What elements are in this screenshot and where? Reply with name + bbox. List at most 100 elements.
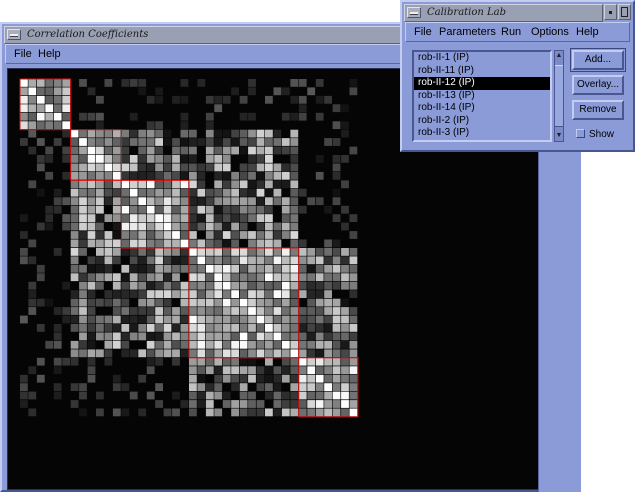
- matrix-cell: [341, 205, 349, 214]
- matrix-cell: [28, 256, 37, 265]
- matrix-cell: [256, 138, 265, 146]
- matrix-cell: [214, 290, 223, 298]
- matrix-cell: [62, 95, 71, 104]
- matrix-cell: [87, 349, 96, 358]
- matrix-cell: [281, 264, 290, 273]
- checkbox-icon[interactable]: [576, 129, 585, 138]
- matrix-cell: [307, 391, 316, 400]
- matrix-cell: [129, 256, 138, 265]
- matrix-cell: [256, 374, 265, 383]
- menu-run[interactable]: Run: [501, 26, 521, 38]
- window-menu-icon[interactable]: [7, 29, 21, 40]
- matrix-cell: [256, 163, 265, 172]
- matrix-cell: [112, 214, 121, 222]
- matrix-cell: [307, 273, 316, 282]
- matrix-cell: [290, 324, 299, 332]
- matrix-cell: [281, 171, 290, 180]
- matrix-cell: [53, 205, 62, 214]
- matrix-cell: [129, 273, 138, 282]
- menu-parameters[interactable]: Parameters: [439, 26, 496, 38]
- matrix-cell: [79, 205, 87, 214]
- list-item-selected[interactable]: rob-II-12 (IP): [414, 77, 550, 90]
- matrix-cell: [197, 324, 206, 332]
- scroll-up-icon[interactable]: ▲: [555, 51, 563, 61]
- matrix-cell: [197, 391, 206, 400]
- list-item[interactable]: rob-II-14 (IP): [414, 102, 550, 115]
- matrix-cell: [298, 273, 307, 282]
- matrix-cell: [155, 315, 163, 324]
- matrix-cell: [87, 307, 96, 315]
- scroll-down-icon[interactable]: ▼: [555, 131, 563, 141]
- matrix-cell: [281, 248, 290, 256]
- matrix-cell: [70, 197, 79, 206]
- matrix-cell: [112, 188, 121, 197]
- remove-button[interactable]: Remove: [572, 100, 624, 120]
- calibration-titlebar[interactable]: Calibration Lab: [404, 4, 603, 22]
- matrix-cell: [79, 214, 87, 222]
- matrix-cell: [239, 324, 248, 332]
- menu-file[interactable]: File: [14, 48, 32, 60]
- matrix-cell: [129, 324, 138, 332]
- matrix-cell: [121, 290, 130, 298]
- matrix-cell: [248, 180, 256, 189]
- matrix-cell: [222, 163, 231, 172]
- matrix-cell: [341, 264, 349, 273]
- matrix-cell: [265, 231, 273, 239]
- matrix-cell: [248, 408, 256, 417]
- matrix-cell: [298, 324, 307, 332]
- matrix-cell: [239, 129, 248, 138]
- matrix-cell: [214, 155, 223, 163]
- matrix-cell: [121, 340, 130, 349]
- matrix-cell: [222, 290, 231, 298]
- menu-help[interactable]: Help: [576, 26, 599, 38]
- scrollbar-thumb[interactable]: [555, 65, 563, 127]
- matrix-cell: [307, 400, 316, 408]
- menu-file[interactable]: File: [414, 26, 432, 38]
- matrix-cell: [341, 374, 349, 383]
- matrix-cell: [112, 129, 121, 138]
- matrix-cell: [298, 315, 307, 324]
- matrix-cell: [112, 248, 121, 256]
- matrix-cell: [163, 290, 172, 298]
- maximize-icon[interactable]: [618, 4, 631, 20]
- matrix-cell: [189, 205, 197, 214]
- matrix-cell: [248, 332, 256, 341]
- menu-options[interactable]: Options: [531, 26, 569, 38]
- matrix-cell: [265, 171, 273, 180]
- matrix-cell: [87, 315, 96, 324]
- list-item[interactable]: rob-II-11 (IP): [414, 65, 550, 78]
- matrix-cell: [222, 332, 231, 341]
- run-list[interactable]: rob-II-1 (IP) rob-II-11 (IP) rob-II-12 (…: [412, 50, 552, 142]
- matrix-cell: [290, 112, 299, 121]
- matrix-cell: [231, 332, 239, 341]
- matrix-cell: [248, 391, 256, 400]
- matrix-cell: [281, 163, 290, 172]
- show-checkbox[interactable]: Show: [576, 129, 614, 143]
- matrix-cell: [214, 171, 223, 180]
- overlay-button[interactable]: Overlay...: [572, 75, 624, 95]
- list-item[interactable]: rob-II-2 (IP): [414, 115, 550, 128]
- minimize-icon[interactable]: [604, 4, 617, 20]
- matrix-cell: [273, 391, 282, 400]
- matrix-cell: [138, 155, 147, 163]
- window-menu-icon[interactable]: [407, 7, 421, 18]
- matrix-cell: [146, 264, 155, 273]
- matrix-cell: [205, 222, 214, 231]
- matrix-cell: [332, 273, 341, 282]
- run-list-scrollbar[interactable]: ▲ ▼: [554, 50, 564, 142]
- list-item[interactable]: rob-II-3 (IP): [414, 127, 550, 140]
- menu-help[interactable]: Help: [38, 48, 61, 60]
- matrix-cell: [248, 248, 256, 256]
- matrix-cell: [332, 171, 341, 180]
- matrix-cell: [189, 197, 197, 206]
- matrix-cell: [87, 366, 96, 375]
- matrix-cell: [256, 383, 265, 391]
- add-button[interactable]: Add...: [570, 48, 626, 72]
- matrix-cell: [180, 400, 189, 408]
- matrix-cell: [341, 400, 349, 408]
- matrix-cell: [155, 324, 163, 332]
- matrix-cell: [205, 340, 214, 349]
- list-item[interactable]: rob-II-1 (IP): [414, 52, 550, 65]
- list-item[interactable]: rob-II-13 (IP): [414, 90, 550, 103]
- matrix-cell: [146, 180, 155, 189]
